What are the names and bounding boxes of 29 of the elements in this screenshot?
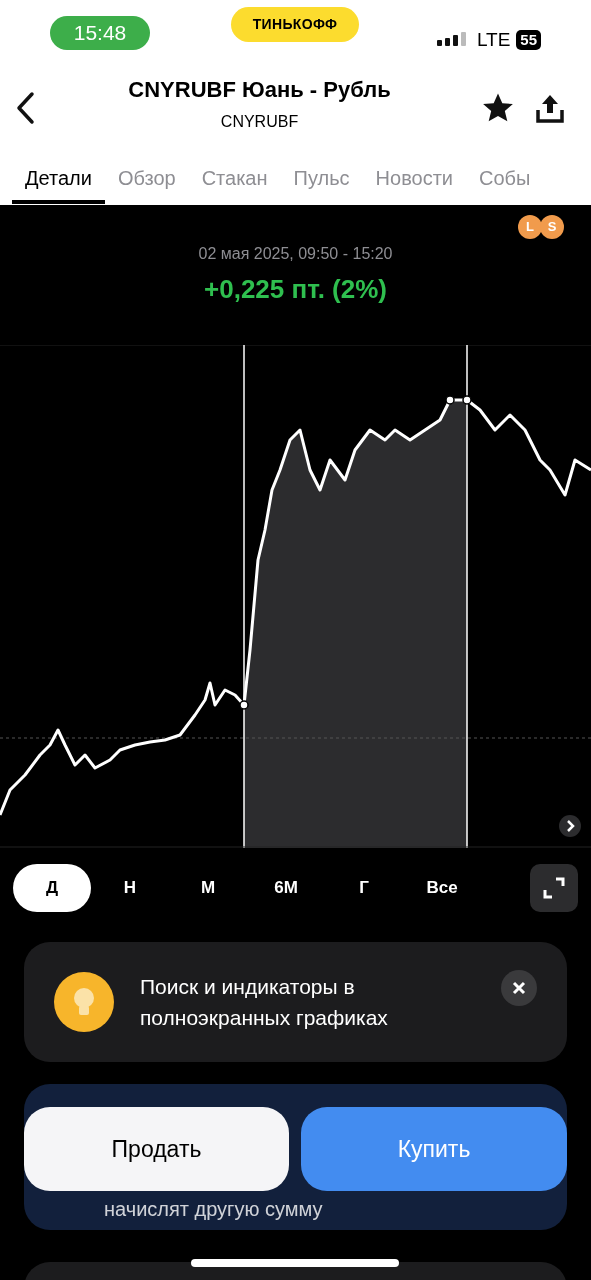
instrument-ticker: CNYRUBF	[220, 111, 299, 132]
expand-icon	[543, 877, 565, 899]
close-icon	[512, 981, 526, 995]
lightbulb-icon	[54, 972, 114, 1032]
point-marker	[445, 395, 455, 405]
star-icon[interactable]	[481, 92, 515, 124]
period-tab[interactable]: Д	[13, 864, 91, 912]
notice-text: начислят другую сумму	[104, 1197, 323, 1222]
chevron-right-icon[interactable]	[559, 815, 581, 837]
period-tab[interactable]: М	[169, 864, 247, 912]
period-tab[interactable]: Н	[91, 864, 169, 912]
price-change: +0,225 пт. (2%)	[204, 273, 387, 306]
tab[interactable]: Детали	[12, 150, 105, 204]
point-marker	[239, 700, 249, 710]
network-label: LTE	[476, 27, 511, 52]
point-marker	[462, 395, 472, 405]
chart-range: 02 мая 2025, 09:50 - 15:20	[198, 244, 393, 264]
fullscreen-button[interactable]	[530, 864, 578, 912]
instrument-title: CNYRUBF Юань - Рубль	[128, 75, 391, 104]
range-start-line[interactable]	[243, 345, 245, 848]
battery-indicator: 55	[516, 30, 541, 50]
close-button[interactable]	[501, 970, 537, 1006]
time-pill: 15:48	[50, 16, 150, 50]
sell-button[interactable]: Продать	[24, 1107, 289, 1191]
period-tab[interactable]: 6М	[247, 864, 325, 912]
period-tab[interactable]: Все	[403, 864, 481, 912]
period-tab[interactable]: Г	[325, 864, 403, 912]
app-badge: ТИНЬКОФФ	[231, 7, 359, 42]
tip-text: Поиск и индикаторы в полноэкранных графиках	[140, 974, 389, 1031]
